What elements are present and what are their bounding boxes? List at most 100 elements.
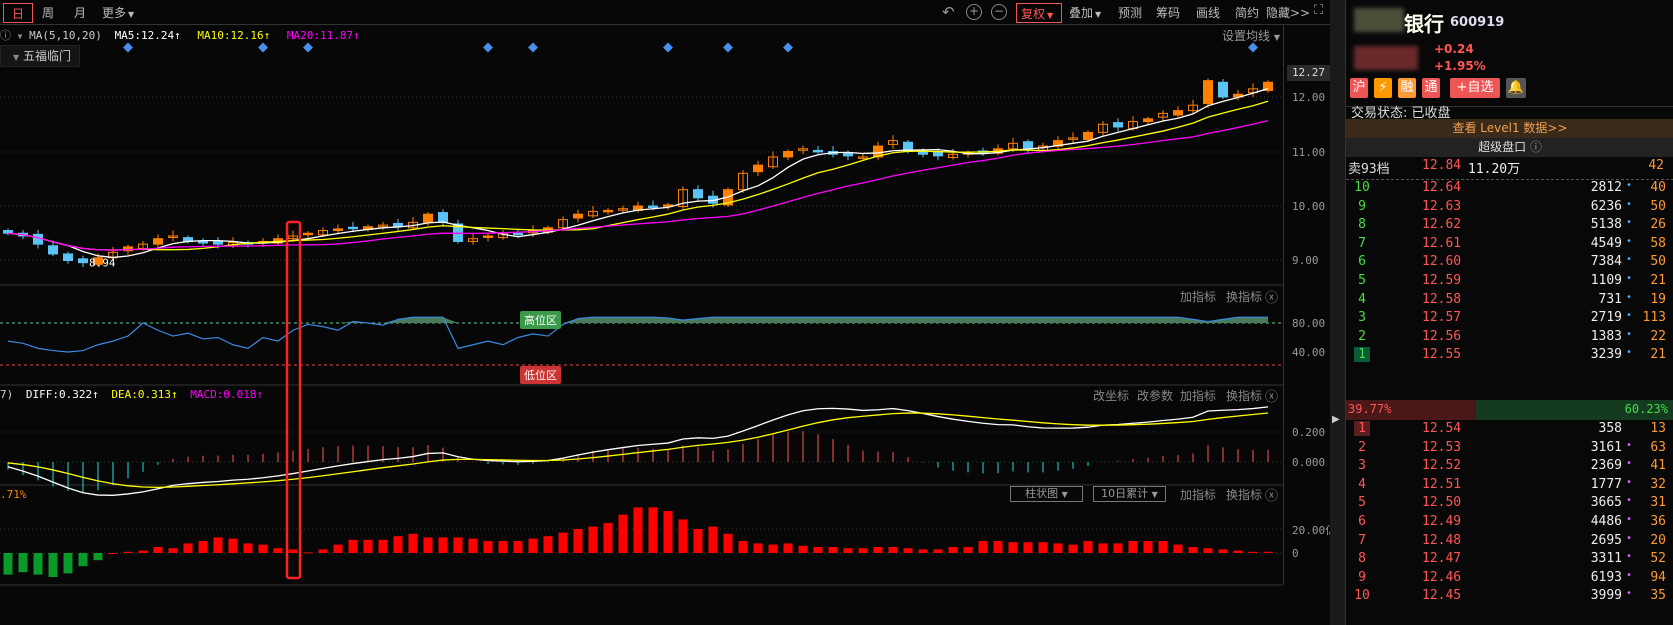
sell-summary-vol: 11.20万 bbox=[1468, 162, 1521, 177]
connect-tag[interactable]: 通 bbox=[1422, 78, 1440, 98]
order-dot-icon: • bbox=[1625, 180, 1632, 191]
candle-body bbox=[648, 205, 658, 208]
switch-indicator-button[interactable]: 换指标 bbox=[1226, 288, 1262, 305]
ask-row[interactable]: 1 12.55 3239 • 21 bbox=[1346, 347, 1673, 365]
bid-row[interactable]: 2 12.53 3161 • 63 bbox=[1346, 440, 1673, 458]
level-volume: 1109 bbox=[1590, 273, 1622, 288]
ask-row[interactable]: 2 12.56 1383 • 22 bbox=[1346, 329, 1673, 347]
ytick: 9.00 bbox=[1292, 254, 1319, 267]
ask-row[interactable]: 4 12.58 731 • 19 bbox=[1346, 292, 1673, 310]
switch-indicator-button[interactable]: 换指标 bbox=[1226, 387, 1262, 404]
level-number: 1 bbox=[1354, 421, 1370, 436]
chart-area[interactable]: 8.94 bbox=[0, 0, 1283, 625]
collapse-arrow-icon[interactable]: ▶ bbox=[1332, 414, 1340, 425]
level-orders: 13 bbox=[1650, 421, 1666, 436]
panel-scrollbar[interactable]: ▶ bbox=[1330, 0, 1345, 625]
signal-diamond bbox=[483, 42, 493, 53]
lightning-icon[interactable]: ⚡ bbox=[1374, 78, 1392, 98]
ask-row[interactable]: 6 12.60 7384 • 50 bbox=[1346, 254, 1673, 272]
margin-tag[interactable]: 融 bbox=[1398, 78, 1416, 98]
add-watchlist-button[interactable]: +自选 bbox=[1450, 78, 1500, 98]
ytick: 0.200 bbox=[1292, 426, 1326, 439]
close-icon[interactable]: ⓧ bbox=[1265, 485, 1278, 504]
level-price: 12.60 bbox=[1422, 254, 1462, 270]
order-dot-icon: • bbox=[1625, 458, 1632, 470]
signal-diamond bbox=[1248, 42, 1258, 53]
info-icon[interactable]: ⓘ bbox=[1530, 140, 1542, 154]
expand-icon[interactable]: ⛶ bbox=[1314, 3, 1323, 18]
flow-bar bbox=[1113, 543, 1123, 553]
flow-bar bbox=[903, 548, 913, 553]
ytick: 40.00 bbox=[1292, 346, 1326, 359]
ask-row[interactable]: 10 12.64 2812 • 40 bbox=[1346, 180, 1673, 198]
chart-type-select[interactable]: 柱状图 ▼ bbox=[1010, 486, 1083, 502]
flow-bar bbox=[888, 547, 898, 553]
level-number: 7 bbox=[1358, 532, 1366, 548]
level-number: 3 bbox=[1358, 310, 1366, 326]
level-volume: 6236 bbox=[1590, 198, 1622, 214]
period-select[interactable]: 10日累计 ▼ bbox=[1093, 486, 1166, 502]
flow-bar bbox=[1068, 544, 1078, 553]
level-number: 7 bbox=[1358, 235, 1366, 251]
bid-row[interactable]: 4 12.51 1777 • 32 bbox=[1346, 477, 1673, 495]
bid-row[interactable]: 8 12.47 3311 • 52 bbox=[1346, 551, 1673, 569]
bid-row[interactable]: 3 12.52 2369 • 41 bbox=[1346, 458, 1673, 476]
flow-bar bbox=[78, 553, 88, 567]
level1-link[interactable]: 查看 Level1 数据>> bbox=[1346, 119, 1673, 138]
ask-row[interactable]: 7 12.61 4549 • 58 bbox=[1346, 236, 1673, 254]
signal-diamond bbox=[123, 42, 133, 53]
flow-bar bbox=[543, 536, 553, 553]
close-icon[interactable]: ⓧ bbox=[1265, 386, 1278, 405]
flow-bar bbox=[333, 544, 343, 553]
change-param-button[interactable]: 改参数 bbox=[1137, 387, 1173, 404]
close-icon[interactable]: ⓧ bbox=[1265, 287, 1278, 306]
flow-bar bbox=[1188, 547, 1198, 553]
alert-bell-icon[interactable]: 🔔 bbox=[1506, 78, 1526, 98]
level-number: 10 bbox=[1354, 588, 1370, 604]
level-volume: 1777 bbox=[1590, 476, 1622, 492]
order-dot-icon: • bbox=[1625, 254, 1632, 266]
flow-bar bbox=[423, 537, 433, 553]
add-indicator-button[interactable]: 加指标 bbox=[1180, 387, 1216, 404]
price-axis bbox=[1283, 25, 1330, 585]
ma10-line bbox=[7, 100, 1269, 251]
macd-param: 7) bbox=[0, 388, 14, 401]
ask-row[interactable]: 5 12.59 1109 • 21 bbox=[1346, 273, 1673, 291]
add-indicator-button[interactable]: 加指标 bbox=[1180, 288, 1216, 305]
level-orders: 35 bbox=[1650, 588, 1666, 604]
bid-row[interactable]: 7 12.48 2695 • 20 bbox=[1346, 533, 1673, 551]
candle-body bbox=[213, 240, 223, 245]
level-number: 4 bbox=[1358, 291, 1366, 307]
level-price: 12.59 bbox=[1422, 273, 1462, 288]
sell-summary-row: 卖93档 12.84 11.20万 42 bbox=[1346, 158, 1673, 180]
add-indicator-button[interactable]: 加指标 bbox=[1180, 486, 1216, 503]
flow-bar bbox=[378, 539, 388, 553]
switch-indicator-button[interactable]: 换指标 bbox=[1226, 486, 1262, 503]
bid-row[interactable]: 9 12.46 6193 • 94 bbox=[1346, 570, 1673, 588]
candle-body bbox=[1203, 80, 1213, 105]
level-number: 5 bbox=[1358, 495, 1366, 511]
flow-bar bbox=[1098, 543, 1108, 553]
ask-row[interactable]: 9 12.63 6236 • 50 bbox=[1346, 199, 1673, 217]
quote-panel: 银行 600919 +0.24 +1.95% 沪 ⚡ 融 通 +自选 🔔 交易状… bbox=[1345, 0, 1673, 625]
level-orders: 20 bbox=[1650, 532, 1666, 548]
flow-bar bbox=[1173, 544, 1183, 553]
sh-tag[interactable]: 沪 bbox=[1350, 78, 1368, 98]
bid-row[interactable]: 6 12.49 4486 • 36 bbox=[1346, 514, 1673, 532]
level-number: 6 bbox=[1358, 254, 1366, 270]
flow-bar bbox=[63, 553, 73, 574]
ask-row[interactable]: 8 12.62 5138 • 26 bbox=[1346, 217, 1673, 235]
bid-row[interactable]: 5 12.50 3665 • 31 bbox=[1346, 495, 1673, 513]
blurred-logo bbox=[1354, 8, 1404, 32]
level-price: 12.55 bbox=[1422, 347, 1462, 363]
level-orders: 94 bbox=[1650, 569, 1666, 585]
change-axis-button[interactable]: 改坐标 bbox=[1093, 387, 1129, 404]
flow-bar bbox=[303, 552, 313, 554]
stock-code: 600919 bbox=[1450, 15, 1505, 30]
bid-row[interactable]: 1 12.54 358 13 bbox=[1346, 421, 1673, 439]
ask-row[interactable]: 3 12.57 2719 • 113 bbox=[1346, 310, 1673, 328]
flow-bar bbox=[798, 545, 808, 553]
level-volume: 3665 bbox=[1590, 495, 1622, 511]
bid-row[interactable]: 10 12.45 3999 • 35 bbox=[1346, 588, 1673, 606]
price-change: +0.24 bbox=[1434, 42, 1474, 56]
